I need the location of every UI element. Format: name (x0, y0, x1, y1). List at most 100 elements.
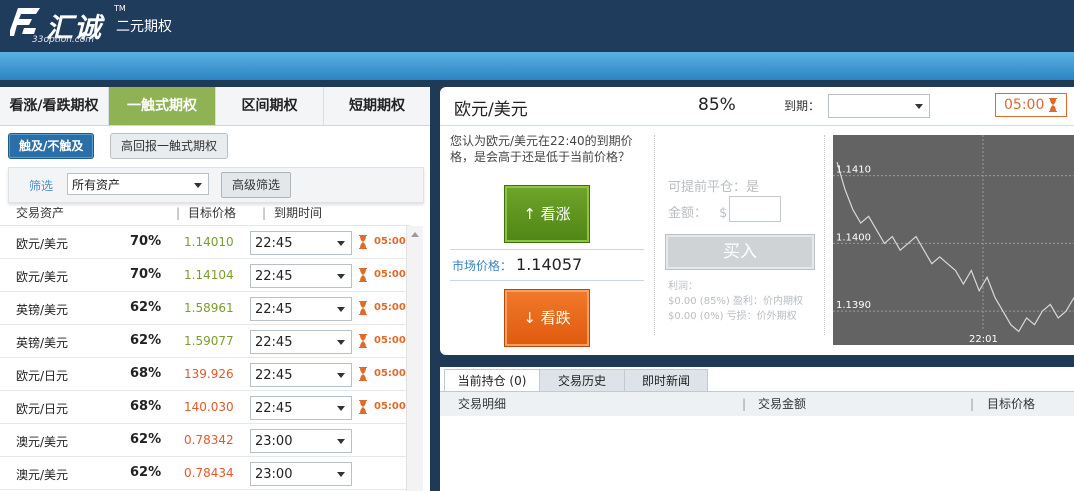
expiry-select[interactable] (828, 94, 930, 118)
table-row[interactable]: 欧元/日元 68% 139.926 22:45 05:00 (0, 358, 406, 391)
hourglass-icon (359, 334, 367, 348)
row-asset: 欧元/日元 (16, 369, 69, 383)
positions-table-header: 交易明细 | 交易金额 | 目标价格 (440, 391, 1074, 416)
market-price-label: 市场价格： (452, 259, 513, 273)
row-target-price: 0.78434 (184, 466, 234, 480)
countdown-timer: 05:00 (995, 93, 1067, 117)
hourglass-icon (359, 400, 367, 414)
column-trade-details: 交易明细 (458, 397, 507, 411)
row-target-price: 1.58961 (184, 301, 234, 315)
high-yield-touch-button[interactable]: 高回报一触式期权 (110, 133, 229, 159)
trade-header: 欧元/美元 85% 到期： 05:00 (440, 87, 1074, 126)
price-chart[interactable]: 1.1410 1.1400 1.1390 22:01 (833, 135, 1074, 345)
chevron-down-icon (337, 472, 345, 477)
buy-button[interactable]: 买入 (665, 234, 815, 270)
column-separator: | (176, 206, 181, 220)
touch-no-touch-button[interactable]: 触及/不触及 (8, 133, 95, 159)
row-countdown: 05:00 (374, 335, 406, 346)
row-expiry-select[interactable]: 22:45 (250, 264, 352, 288)
chevron-down-icon (337, 241, 345, 246)
positions-tabs: 当前持仓 (0) 交易历史 即时新闻 (440, 367, 1074, 392)
payout-percent: 85% (698, 95, 736, 115)
divider (824, 135, 825, 335)
y-tick-label: 1.1410 (836, 165, 871, 176)
table-row[interactable]: 英镑/美元 62% 1.58961 22:45 05:00 (0, 292, 406, 325)
profit-info: 利润： $0.00 (85%) 盈利：价内期权 $0.00 (0%) 亏损：价外… (668, 279, 803, 324)
chevron-down-icon (337, 373, 345, 378)
amount-label: 金额： $ (668, 206, 728, 221)
row-payout: 70% (130, 267, 162, 282)
tab-trade-history[interactable]: 交易历史 (539, 369, 625, 392)
asset-filter-select[interactable]: 所有资产 (67, 173, 209, 195)
asset-rows: 欧元/美元 70% 1.14010 22:45 05:00 欧元/美元 70% 1.14104… (0, 226, 406, 490)
row-target-price: 1.14104 (184, 268, 234, 282)
price-line (836, 161, 1074, 333)
list-scrollbar[interactable] (406, 226, 423, 491)
call-button[interactable]: ↑ 看涨 (504, 185, 590, 243)
row-expiry-value: 22:45 (255, 269, 293, 284)
divider (654, 135, 655, 335)
put-button[interactable]: ↓ 看跌 (504, 289, 590, 347)
hourglass-icon (359, 367, 367, 381)
header: 汇诚 TM 二元期权 33option.com (0, 0, 1074, 52)
row-payout: 62% (130, 432, 162, 447)
expiry-label: 到期： (784, 99, 821, 113)
hourglass-icon (1049, 98, 1057, 112)
positions-panel: 当前持仓 (0) 交易历史 即时新闻 交易明细 | 交易金额 | 目标价格 (440, 367, 1074, 491)
tab-range[interactable]: 区间期权 (216, 87, 324, 125)
tab-one-touch[interactable]: 一触式期权 (109, 87, 216, 125)
filter-label: 筛选 (29, 179, 54, 193)
advanced-filter-button[interactable]: 高级筛选 (221, 172, 292, 198)
market-price: 市场价格： 1.14057 (452, 255, 582, 274)
profit-out-money: $0.00 (0%) 亏损：价外期权 (668, 311, 797, 322)
row-expiry-select[interactable]: 22:45 (250, 330, 352, 354)
row-expiry-select[interactable]: 22:45 (250, 363, 352, 387)
profit-title: 利润： (668, 281, 698, 292)
row-expiry-select[interactable]: 22:45 (250, 297, 352, 321)
row-expiry-value: 23:00 (255, 467, 293, 482)
row-expiry-value: 23:00 (255, 434, 293, 449)
table-row[interactable]: 英镑/美元 62% 1.59077 22:45 05:00 (0, 325, 406, 358)
asset-filter-value: 所有资产 (72, 178, 121, 192)
table-row[interactable]: 欧元/美元 70% 1.14104 22:45 05:00 (0, 259, 406, 292)
table-row[interactable]: 澳元/美元 62% 0.78434 23:00 (0, 457, 406, 490)
row-countdown: 05:00 (374, 236, 406, 247)
tab-live-news[interactable]: 即时新闻 (624, 369, 708, 392)
chevron-down-icon (337, 307, 345, 312)
tab-open-positions[interactable]: 当前持仓 (0) (444, 369, 540, 392)
column-expiry: 到期时间 (274, 206, 323, 220)
divider (450, 280, 644, 281)
row-payout: 70% (130, 234, 162, 249)
row-target-price: 1.59077 (184, 334, 234, 348)
row-asset: 英镑/美元 (16, 336, 69, 350)
market-price-value: 1.14057 (516, 255, 583, 274)
trademark: TM (114, 4, 126, 13)
column-separator: | (970, 397, 975, 411)
row-expiry-value: 22:45 (255, 302, 293, 317)
tab-high-low[interactable]: 看涨/看跌期权 (0, 87, 109, 125)
y-tick-label: 1.1390 (836, 300, 871, 311)
row-expiry-value: 22:45 (255, 335, 293, 350)
row-expiry-select[interactable]: 23:00 (250, 462, 352, 486)
row-expiry-value: 22:45 (255, 236, 293, 251)
table-row[interactable]: 澳元/美元 62% 0.78342 23:00 (0, 424, 406, 457)
column-target-price: 目标价格 (987, 397, 1036, 411)
row-expiry-select[interactable]: 23:00 (250, 429, 352, 453)
tab-short-term[interactable]: 短期期权 (324, 87, 430, 125)
row-asset: 欧元/美元 (16, 237, 69, 251)
table-row[interactable]: 欧元/日元 68% 140.030 22:45 05:00 (0, 391, 406, 424)
logo-mark-icon (10, 8, 40, 36)
amount-input[interactable] (729, 196, 781, 222)
scroll-up-icon[interactable] (411, 232, 419, 237)
chevron-down-icon (194, 183, 202, 188)
column-separator: | (742, 397, 747, 411)
row-payout: 62% (130, 300, 162, 315)
row-expiry-select[interactable]: 22:45 (250, 396, 352, 420)
hourglass-icon (359, 301, 367, 315)
table-row[interactable]: 欧元/美元 70% 1.14010 22:45 05:00 (0, 226, 406, 259)
divider (450, 249, 644, 250)
row-target-price: 140.030 (184, 400, 234, 414)
row-expiry-select[interactable]: 22:45 (250, 231, 352, 255)
trade-question: 您认为欧元/美元在22:40的到期价格，是会高于还是低于当前价格？ (450, 134, 633, 164)
row-countdown: 05:00 (374, 269, 406, 280)
